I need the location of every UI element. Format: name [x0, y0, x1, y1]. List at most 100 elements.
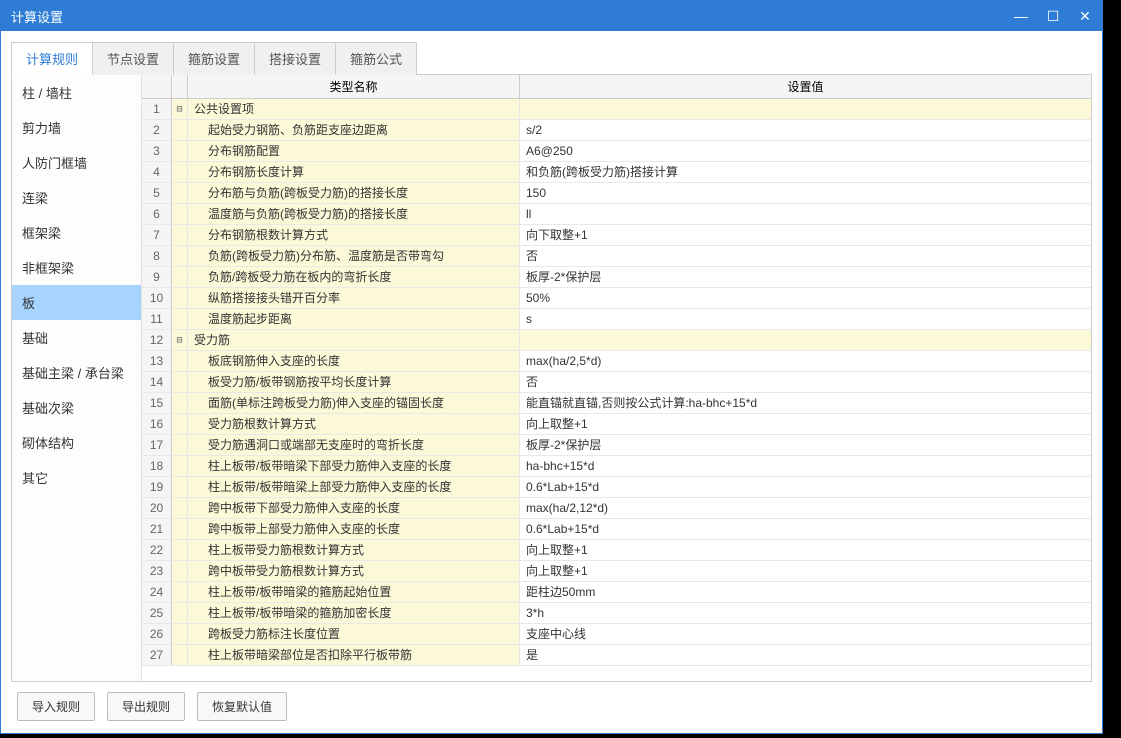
setting-name: 跨中板带下部受力筋伸入支座的长度: [188, 498, 520, 518]
table-row[interactable]: 3分布钢筋配置A6@250: [142, 141, 1091, 162]
table-row[interactable]: 16受力筋根数计算方式向上取整+1: [142, 414, 1091, 435]
setting-value[interactable]: 向下取整+1: [520, 225, 1091, 245]
table-row[interactable]: 11温度筋起步距离s: [142, 309, 1091, 330]
setting-value[interactable]: 否: [520, 246, 1091, 266]
setting-name: 公共设置项: [188, 99, 520, 119]
sidebar-item-3[interactable]: 连梁: [12, 180, 141, 215]
table-row[interactable]: 24柱上板带/板带暗梁的箍筋起始位置距柱边50mm: [142, 582, 1091, 603]
table-row[interactable]: 2起始受力钢筋、负筋距支座边距离s/2: [142, 120, 1091, 141]
table-row[interactable]: 7 分布钢筋根数计算方式向下取整+1: [142, 225, 1091, 246]
sidebar-item-2[interactable]: 人防门框墙: [12, 145, 141, 180]
setting-value[interactable]: max(ha/2,5*d): [520, 351, 1091, 371]
table-row[interactable]: 13板底钢筋伸入支座的长度max(ha/2,5*d): [142, 351, 1091, 372]
maximize-icon[interactable]: ☐: [1046, 9, 1060, 23]
tab-1[interactable]: 节点设置: [92, 42, 174, 75]
setting-name: 受力筋遇洞口或端部无支座时的弯折长度: [188, 435, 520, 455]
setting-value[interactable]: 距柱边50mm: [520, 582, 1091, 602]
setting-value[interactable]: 向上取整+1: [520, 561, 1091, 581]
table-row[interactable]: 15面筋(单标注跨板受力筋)伸入支座的锚固长度能直锚就直锚,否则按公式计算:ha…: [142, 393, 1091, 414]
tab-bar: 计算规则节点设置箍筋设置搭接设置箍筋公式: [11, 41, 1092, 75]
setting-value[interactable]: 和负筋(跨板受力筋)搭接计算: [520, 162, 1091, 182]
table-row[interactable]: 9负筋/跨板受力筋在板内的弯折长度板厚-2*保护层: [142, 267, 1091, 288]
collapse-icon[interactable]: ⊟: [172, 330, 188, 350]
minimize-icon[interactable]: —: [1014, 9, 1028, 23]
tab-0[interactable]: 计算规则: [11, 42, 93, 75]
sidebar-item-1[interactable]: 剪力墙: [12, 110, 141, 145]
export-rules-button[interactable]: 导出规则: [107, 692, 185, 721]
table-row[interactable]: 8负筋(跨板受力筋)分布筋、温度筋是否带弯勾否: [142, 246, 1091, 267]
table-row[interactable]: 21跨中板带上部受力筋伸入支座的长度0.6*Lab+15*d: [142, 519, 1091, 540]
close-icon[interactable]: ✕: [1078, 9, 1092, 23]
row-number: 14: [142, 372, 172, 392]
table-row[interactable]: 6温度筋与负筋(跨板受力筋)的搭接长度ll: [142, 204, 1091, 225]
table-row[interactable]: 27柱上板带暗梁部位是否扣除平行板带筋是: [142, 645, 1091, 666]
table-row[interactable]: 14板受力筋/板带钢筋按平均长度计算否: [142, 372, 1091, 393]
setting-value[interactable]: 板厚-2*保护层: [520, 267, 1091, 287]
setting-value[interactable]: s/2: [520, 120, 1091, 140]
row-number: 17: [142, 435, 172, 455]
row-number: 23: [142, 561, 172, 581]
setting-value[interactable]: [520, 330, 1091, 350]
sidebar-item-0[interactable]: 柱 / 墙柱: [12, 75, 141, 110]
setting-value[interactable]: max(ha/2,12*d): [520, 498, 1091, 518]
sidebar-item-10[interactable]: 砌体结构: [12, 425, 141, 460]
setting-value[interactable]: 3*h: [520, 603, 1091, 623]
tree-spacer: [172, 162, 188, 182]
setting-name: 柱上板带受力筋根数计算方式: [188, 540, 520, 560]
table-row[interactable]: 23跨中板带受力筋根数计算方式向上取整+1: [142, 561, 1091, 582]
tree-spacer: [172, 141, 188, 161]
sidebar-item-6[interactable]: 板: [12, 285, 141, 320]
row-number: 24: [142, 582, 172, 602]
table-row[interactable]: 10纵筋搭接接头错开百分率50%: [142, 288, 1091, 309]
setting-value[interactable]: 支座中心线: [520, 624, 1091, 644]
main-panel: 柱 / 墙柱剪力墙人防门框墙连梁框架梁非框架梁板基础基础主梁 / 承台梁基础次梁…: [11, 75, 1092, 682]
setting-value[interactable]: 向上取整+1: [520, 540, 1091, 560]
table-row[interactable]: 4分布钢筋长度计算和负筋(跨板受力筋)搭接计算: [142, 162, 1091, 183]
tab-2[interactable]: 箍筋设置: [173, 42, 255, 75]
tab-3[interactable]: 搭接设置: [254, 42, 336, 75]
setting-value[interactable]: 板厚-2*保护层: [520, 435, 1091, 455]
setting-value[interactable]: A6@250: [520, 141, 1091, 161]
restore-defaults-button[interactable]: 恢复默认值: [197, 692, 287, 721]
table-row[interactable]: 12⊟受力筋: [142, 330, 1091, 351]
setting-value[interactable]: 150: [520, 183, 1091, 203]
setting-value[interactable]: 0.6*Lab+15*d: [520, 477, 1091, 497]
sidebar-item-7[interactable]: 基础: [12, 320, 141, 355]
setting-value[interactable]: ll: [520, 204, 1091, 224]
table-row[interactable]: 20跨中板带下部受力筋伸入支座的长度max(ha/2,12*d): [142, 498, 1091, 519]
sidebar-item-11[interactable]: 其它: [12, 460, 141, 495]
table-row[interactable]: 22柱上板带受力筋根数计算方式向上取整+1: [142, 540, 1091, 561]
row-number: 7: [142, 225, 172, 245]
tree-spacer: [172, 456, 188, 476]
sidebar-item-9[interactable]: 基础次梁: [12, 390, 141, 425]
tab-4[interactable]: 箍筋公式: [335, 42, 417, 75]
import-rules-button[interactable]: 导入规则: [17, 692, 95, 721]
setting-value[interactable]: 0.6*Lab+15*d: [520, 519, 1091, 539]
setting-name: 分布钢筋根数计算方式: [188, 225, 520, 245]
setting-value[interactable]: 能直锚就直锚,否则按公式计算:ha-bhc+15*d: [520, 393, 1091, 413]
setting-value[interactable]: 否: [520, 372, 1091, 392]
setting-value[interactable]: 是: [520, 645, 1091, 665]
sidebar-item-5[interactable]: 非框架梁: [12, 250, 141, 285]
row-number: 26: [142, 624, 172, 644]
table-row[interactable]: 25柱上板带/板带暗梁的箍筋加密长度3*h: [142, 603, 1091, 624]
row-number: 1: [142, 99, 172, 119]
table-row[interactable]: 26跨板受力筋标注长度位置支座中心线: [142, 624, 1091, 645]
table-row[interactable]: 19柱上板带/板带暗梁上部受力筋伸入支座的长度0.6*Lab+15*d: [142, 477, 1091, 498]
setting-value[interactable]: ha-bhc+15*d: [520, 456, 1091, 476]
grid-body[interactable]: 1⊟公共设置项2起始受力钢筋、负筋距支座边距离s/23分布钢筋配置A6@2504…: [142, 99, 1091, 681]
row-number: 10: [142, 288, 172, 308]
row-number: 15: [142, 393, 172, 413]
table-row[interactable]: 18柱上板带/板带暗梁下部受力筋伸入支座的长度ha-bhc+15*d: [142, 456, 1091, 477]
setting-value[interactable]: [520, 99, 1091, 119]
sidebar-item-4[interactable]: 框架梁: [12, 215, 141, 250]
setting-value[interactable]: s: [520, 309, 1091, 329]
setting-value[interactable]: 50%: [520, 288, 1091, 308]
table-row[interactable]: 1⊟公共设置项: [142, 99, 1091, 120]
collapse-icon[interactable]: ⊟: [172, 99, 188, 119]
table-row[interactable]: 5分布筋与负筋(跨板受力筋)的搭接长度150: [142, 183, 1091, 204]
table-row[interactable]: 17 受力筋遇洞口或端部无支座时的弯折长度板厚-2*保护层: [142, 435, 1091, 456]
sidebar-item-8[interactable]: 基础主梁 / 承台梁: [12, 355, 141, 390]
setting-value[interactable]: 向上取整+1: [520, 414, 1091, 434]
tree-spacer: [172, 645, 188, 665]
